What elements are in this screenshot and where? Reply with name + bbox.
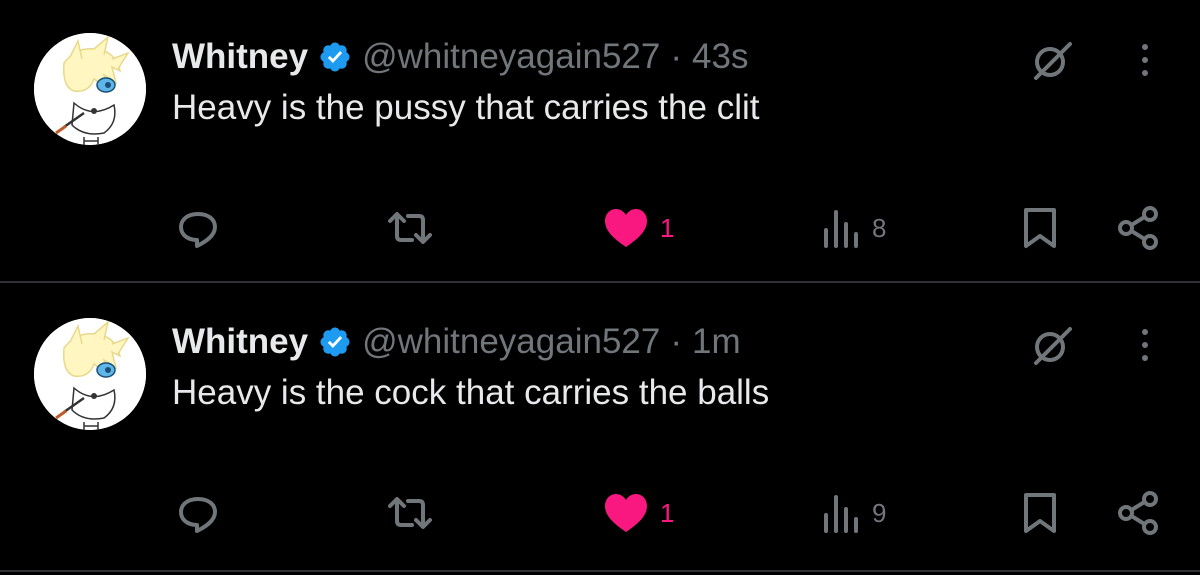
reply-icon xyxy=(176,491,220,535)
views-count: 8 xyxy=(872,212,887,243)
avatar-image xyxy=(34,318,146,430)
views-icon xyxy=(822,491,862,535)
retweet-icon xyxy=(384,491,436,535)
tweet[interactable]: Whitney @whitneyagain527 · 1m Heavy is t… xyxy=(0,285,1200,572)
like-button[interactable]: 1 xyxy=(602,485,674,541)
like-button[interactable]: 1 xyxy=(602,200,674,256)
heart-filled-icon xyxy=(602,491,650,535)
share-button[interactable] xyxy=(1114,485,1162,541)
heart-filled-icon xyxy=(602,206,650,250)
bookmark-button[interactable] xyxy=(1020,485,1060,541)
avatar[interactable] xyxy=(34,318,146,430)
more-options-icon[interactable] xyxy=(1130,40,1160,80)
like-count: 1 xyxy=(660,497,675,528)
separator-dot: · xyxy=(670,322,683,361)
display-name[interactable]: Whitney xyxy=(172,37,308,77)
avatar[interactable] xyxy=(34,33,146,145)
tweet-header: Whitney @whitneyagain527 · 43s xyxy=(172,30,748,84)
timestamp[interactable]: 43s xyxy=(692,37,748,77)
tweet-actions: 1 8 xyxy=(0,200,1200,256)
more-options-icon[interactable] xyxy=(1130,325,1160,365)
display-name[interactable]: Whitney xyxy=(172,322,308,362)
share-button[interactable] xyxy=(1114,200,1162,256)
verified-badge-icon xyxy=(318,325,352,359)
timeline-feed: Whitney @whitneyagain527 · 43s Heavy is … xyxy=(0,0,1200,575)
user-handle[interactable]: @whitneyagain527 xyxy=(362,37,660,77)
retweet-icon xyxy=(384,206,436,250)
tweet-header: Whitney @whitneyagain527 · 1m xyxy=(172,315,741,369)
reply-icon xyxy=(176,206,220,250)
share-icon xyxy=(1114,204,1162,252)
bookmark-button[interactable] xyxy=(1020,200,1060,256)
tweet-top-icons xyxy=(1000,38,1200,82)
views-button[interactable]: 8 xyxy=(822,200,886,256)
views-button[interactable]: 9 xyxy=(822,485,886,541)
reply-button[interactable] xyxy=(176,200,220,256)
verified-badge-icon xyxy=(318,40,352,74)
bookmark-icon xyxy=(1020,206,1060,250)
avatar-image xyxy=(34,33,146,145)
tweet-top-icons xyxy=(1000,323,1200,367)
tweet[interactable]: Whitney @whitneyagain527 · 43s Heavy is … xyxy=(0,0,1200,283)
timestamp[interactable]: 1m xyxy=(692,322,741,362)
share-icon xyxy=(1114,489,1162,537)
views-count: 9 xyxy=(872,497,887,528)
grok-icon[interactable] xyxy=(1030,38,1074,82)
views-icon xyxy=(822,206,862,250)
bookmark-icon xyxy=(1020,491,1060,535)
like-count: 1 xyxy=(660,212,675,243)
grok-icon[interactable] xyxy=(1030,323,1074,367)
tweet-actions: 1 9 xyxy=(0,485,1200,541)
tweet-text: Heavy is the cock that carries the balls xyxy=(172,373,770,412)
separator-dot: · xyxy=(670,37,683,76)
retweet-button[interactable] xyxy=(384,200,436,256)
tweet-text: Heavy is the pussy that carries the clit xyxy=(172,88,760,127)
user-handle[interactable]: @whitneyagain527 xyxy=(362,322,660,362)
retweet-button[interactable] xyxy=(384,485,436,541)
reply-button[interactable] xyxy=(176,485,220,541)
